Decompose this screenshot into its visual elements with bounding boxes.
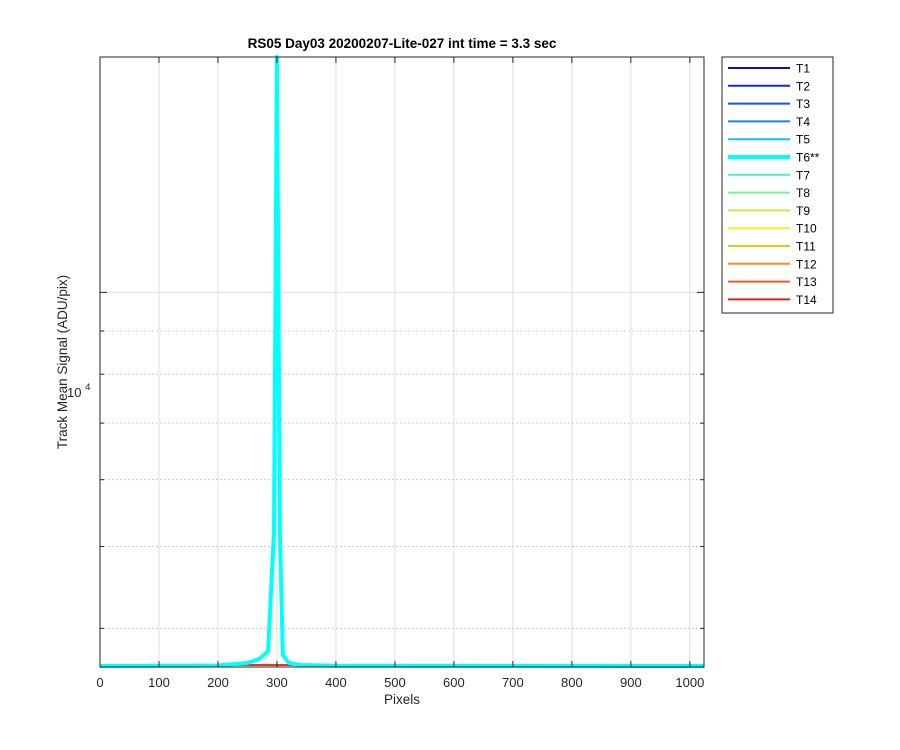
x-tick-label: 700 bbox=[502, 675, 524, 690]
y-tick-exponent: 4 bbox=[85, 382, 90, 393]
x-tick-label: 800 bbox=[561, 675, 583, 690]
legend-label: T10 bbox=[796, 222, 817, 236]
series-layer bbox=[99, 55, 705, 668]
legend-label: T2 bbox=[796, 79, 810, 93]
y-tick-label-10000: 10 4 bbox=[67, 382, 90, 400]
legend-label: T1 bbox=[796, 62, 810, 76]
legend-label: T7 bbox=[796, 168, 810, 182]
legend-label: T13 bbox=[796, 275, 817, 289]
y-axis-label: Track Mean Signal (ADU/pix) bbox=[55, 275, 70, 449]
x-axis-label: Pixels bbox=[384, 692, 420, 707]
legend-label: T6** bbox=[796, 151, 820, 165]
legend-label: T9 bbox=[796, 204, 810, 218]
svg-text:10 4: 10 4 bbox=[67, 382, 90, 400]
legend: T1 T2 T3 T4 T5 T6** T7 T8 T9 T10 T11 T12 T13 T14 bbox=[721, 56, 834, 314]
x-tick-label: 1000 bbox=[675, 675, 704, 690]
legend-label: T4 bbox=[796, 115, 810, 129]
series-line-t6 bbox=[99, 55, 705, 668]
legend-label: T3 bbox=[796, 97, 810, 111]
chart-title: RS05 Day03 20200207-Lite-027 int time = … bbox=[248, 36, 557, 51]
x-tick-label: 900 bbox=[620, 675, 642, 690]
legend-label: T5 bbox=[796, 133, 810, 147]
x-tick-label: 500 bbox=[384, 675, 406, 690]
legend-label: T14 bbox=[796, 293, 817, 307]
x-tick-label: 400 bbox=[325, 675, 347, 690]
x-tick-label: 200 bbox=[207, 675, 229, 690]
plot-frame bbox=[99, 56, 705, 668]
grid bbox=[99, 57, 704, 667]
legend-label: T11 bbox=[796, 240, 816, 254]
x-tick-label: 600 bbox=[443, 675, 465, 690]
x-tick-label: 300 bbox=[266, 675, 288, 690]
chart-figure: RS05 Day03 20200207-Lite-027 int time = … bbox=[55, 36, 834, 707]
x-tick-label: 0 bbox=[96, 675, 103, 690]
x-tick-label: 100 bbox=[148, 675, 170, 690]
axis-ticks: 0 100 200 300 400 500 600 700 800 900 1000 bbox=[96, 57, 704, 690]
legend-label: T8 bbox=[796, 186, 810, 200]
legend-label: T12 bbox=[796, 257, 817, 271]
